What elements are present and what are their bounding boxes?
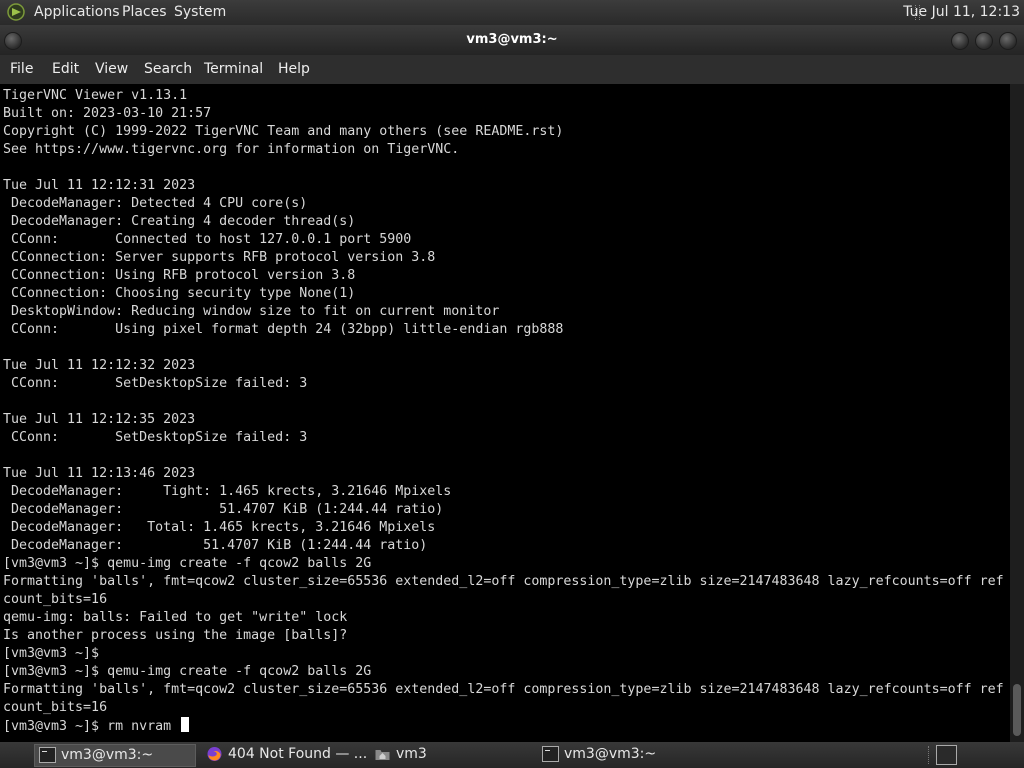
prompt-command: [vm3@vm3 ~]$ rm nvram <box>3 719 180 734</box>
terminal-line: Tue Jul 11 12:12:31 2023 <box>3 178 196 193</box>
terminal-icon <box>542 746 559 762</box>
terminal-line: Copyright (C) 1999-2022 TigerVNC Team an… <box>3 124 564 139</box>
terminal-line: See https://www.tigervnc.org for informa… <box>3 142 460 157</box>
terminal-line: [vm3@vm3 ~]$ <box>3 646 100 661</box>
terminal-line: CConnection: Choosing security type None… <box>3 286 356 301</box>
terminal-icon <box>39 747 56 763</box>
tray-separator <box>928 746 931 764</box>
minimize-icon[interactable] <box>951 32 969 50</box>
menu-file[interactable]: File <box>10 61 33 77</box>
terminal-prompt[interactable]: [vm3@vm3 ~]$ rm nvram <box>3 717 190 736</box>
maximize-icon[interactable] <box>975 32 993 50</box>
terminal-line: count_bits=16 <box>3 592 108 607</box>
terminal-line: Tue Jul 11 12:12:32 2023 <box>3 358 196 373</box>
terminal-line: DecodeManager: 51.4707 KiB (1:244.44 rat… <box>3 502 444 517</box>
terminal-line: DecodeManager: Detected 4 CPU core(s) <box>3 196 308 211</box>
terminal-line: CConn: Using pixel format depth 24 (32bp… <box>3 322 564 337</box>
task-terminal-2[interactable]: vm3@vm3:~ <box>538 744 698 765</box>
task-terminal-1[interactable]: vm3@vm3:~ <box>34 744 196 767</box>
terminal-line: [vm3@vm3 ~]$ qemu-img create -f qcow2 ba… <box>3 556 372 571</box>
terminal-line: TigerVNC Viewer v1.13.1 <box>3 88 188 103</box>
firefox-icon <box>207 747 222 761</box>
terminal-line: Formatting 'balls', fmt=qcow2 cluster_si… <box>3 574 1004 589</box>
terminal-line: Built on: 2023-03-10 21:57 <box>3 106 212 121</box>
task-label: vm3 <box>396 746 427 762</box>
terminal-line: DesktopWindow: Reducing window size to f… <box>3 304 500 319</box>
terminal-line: [vm3@vm3 ~]$ qemu-img create -f qcow2 ba… <box>3 664 372 679</box>
terminal-line: Formatting 'balls', fmt=qcow2 cluster_si… <box>3 682 1004 697</box>
task-home-folder[interactable]: vm3 <box>370 744 530 765</box>
terminal-line: DecodeManager: Tight: 1.465 krects, 3.21… <box>3 484 452 499</box>
terminal-line: CConn: Connected to host 127.0.0.1 port … <box>3 232 412 247</box>
show-desktop-icon[interactable] <box>936 745 957 765</box>
terminal-line: DecodeManager: Creating 4 decoder thread… <box>3 214 356 229</box>
terminal-line: Tue Jul 11 12:12:35 2023 <box>3 412 196 427</box>
terminal-line: CConn: SetDesktopSize failed: 3 <box>3 430 308 445</box>
bottom-taskbar: vm3@vm3:~ 404 Not Found — ... vm3 vm3@vm… <box>0 742 1024 768</box>
terminal-scrollback: TigerVNC Viewer v1.13.1 Built on: 2023-03… <box>3 87 1004 717</box>
places-menu[interactable]: Places <box>122 4 167 20</box>
terminal-line: DecodeManager: Total: 1.465 krects, 3.21… <box>3 520 436 535</box>
scrollbar-thumb[interactable] <box>1013 684 1021 736</box>
close-icon[interactable] <box>999 32 1017 50</box>
terminal-line: CConnection: Server supports RFB protoco… <box>3 250 436 265</box>
window-title: vm3@vm3:~ <box>466 32 558 47</box>
terminal-line: DecodeManager: 51.4707 KiB (1:244.44 rat… <box>3 538 428 553</box>
applications-menu[interactable]: Applications <box>34 4 120 20</box>
terminal-output[interactable]: TigerVNC Viewer v1.13.1 Built on: 2023-03… <box>0 84 1010 742</box>
window-titlebar[interactable]: vm3@vm3:~ <box>0 25 1024 55</box>
terminal-scrollbar[interactable] <box>1010 84 1024 742</box>
terminal-menubar: File Edit View Search Terminal Help <box>0 55 1024 84</box>
terminal-line: count_bits=16 <box>3 700 108 715</box>
task-label: vm3@vm3:~ <box>61 747 154 763</box>
menu-help[interactable]: Help <box>278 61 310 77</box>
task-firefox[interactable]: 404 Not Found — ... <box>202 744 367 765</box>
task-label: vm3@vm3:~ <box>564 746 657 762</box>
menu-search[interactable]: Search <box>144 61 192 77</box>
home-folder-icon <box>375 750 390 760</box>
terminal-line: qemu-img: balls: Failed to get "write" l… <box>3 610 348 625</box>
gnome-foot-icon[interactable] <box>6 3 26 21</box>
text-cursor <box>181 717 190 732</box>
menu-view[interactable]: View <box>95 61 128 77</box>
task-label: 404 Not Found — ... <box>228 746 368 762</box>
terminal-line: Is another process using the image [ball… <box>3 628 348 643</box>
menu-terminal[interactable]: Terminal <box>204 61 263 77</box>
menu-edit[interactable]: Edit <box>52 61 79 77</box>
terminal-line: CConn: SetDesktopSize failed: 3 <box>3 376 308 391</box>
system-menu[interactable]: System <box>174 4 226 20</box>
terminal-line: CConnection: Using RFB protocol version … <box>3 268 356 283</box>
top-panel: Applications Places System Tue Jul 11, 1… <box>0 0 1024 25</box>
terminal-line: Tue Jul 11 12:13:46 2023 <box>3 466 196 481</box>
clock[interactable]: Tue Jul 11, 12:13 <box>903 4 1020 20</box>
